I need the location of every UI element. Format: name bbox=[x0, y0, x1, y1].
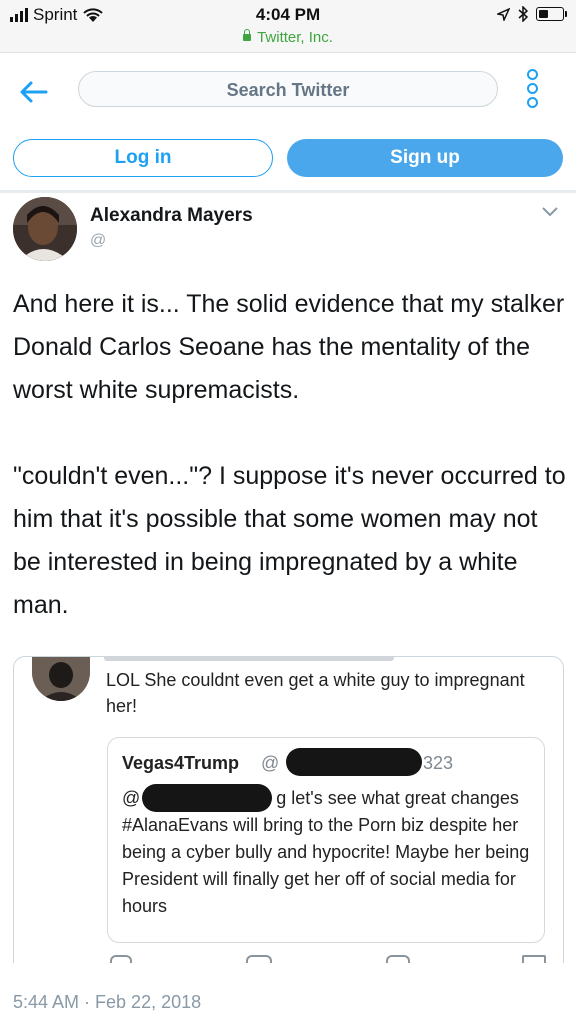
cropped-action-icons bbox=[14, 951, 563, 963]
quoted-handle-suffix: 323 bbox=[423, 753, 454, 773]
signup-button[interactable]: Sign up bbox=[287, 139, 563, 177]
cropped-header-line bbox=[104, 657, 394, 661]
quoted-tweet: Vegas4Trump @ 323 @ g let's see what grea… bbox=[107, 737, 545, 943]
retweet-icon bbox=[246, 955, 272, 963]
site-identity: Twitter, Inc. bbox=[0, 29, 576, 46]
reply-avatar bbox=[32, 657, 90, 701]
reply-text: LOL She couldnt even get a white guy to … bbox=[106, 670, 525, 716]
share-icon bbox=[522, 955, 546, 963]
author-name[interactable]: Alexandra Mayers bbox=[90, 205, 253, 227]
tweet-image[interactable]: LOL She couldnt even get a white guy to … bbox=[13, 656, 564, 963]
quoted-author-name: Vegas4Trump bbox=[122, 753, 240, 773]
redaction-bar bbox=[142, 784, 272, 812]
status-time: 4:04 PM bbox=[255, 5, 321, 24]
twitter-header: Search Twitter Log in Sign up bbox=[0, 52, 576, 193]
tweet-timestamp[interactable]: 5:44 AM · Feb 22, 2018 bbox=[13, 992, 201, 1013]
search-input[interactable]: Search Twitter bbox=[78, 71, 498, 107]
search-placeholder: Search Twitter bbox=[226, 80, 350, 100]
lock-icon bbox=[243, 29, 252, 41]
back-arrow-icon[interactable] bbox=[16, 75, 50, 109]
author-avatar[interactable] bbox=[13, 197, 77, 261]
status-icons bbox=[497, 6, 567, 22]
tweet-paragraph: And here it is... The solid evidence tha… bbox=[13, 290, 565, 404]
header-divider bbox=[0, 190, 576, 193]
status-bar: Sprint 4:04 PM Twitter, Inc. bbox=[0, 0, 576, 52]
author-handle[interactable]: @ bbox=[90, 232, 106, 250]
battery-icon bbox=[536, 7, 567, 21]
redaction-bar bbox=[286, 748, 422, 776]
site-name: Twitter, Inc. bbox=[257, 29, 333, 46]
more-options-icon[interactable] bbox=[524, 69, 540, 109]
tweet-text: And here it is... The solid evidence tha… bbox=[13, 283, 568, 627]
bluetooth-icon bbox=[518, 6, 528, 22]
login-button[interactable]: Log in bbox=[13, 139, 273, 177]
like-icon bbox=[386, 955, 410, 963]
quoted-handle-prefix: @ bbox=[261, 753, 280, 773]
chevron-down-icon[interactable] bbox=[541, 206, 559, 218]
quoted-mention-prefix: @ bbox=[122, 788, 141, 808]
reply-icon bbox=[110, 955, 132, 963]
location-arrow-icon bbox=[497, 7, 510, 21]
tweet-paragraph: "couldn't even..."? I suppose it's never… bbox=[13, 462, 566, 619]
